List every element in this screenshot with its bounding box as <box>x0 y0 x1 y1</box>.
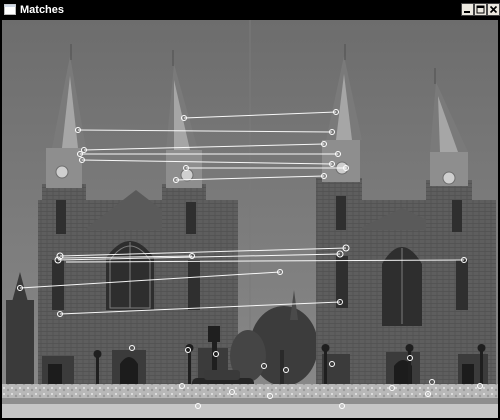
maximize-button[interactable] <box>474 3 487 16</box>
close-button[interactable] <box>487 3 500 16</box>
window-title: Matches <box>20 4 65 16</box>
church-matches-image <box>2 20 498 418</box>
minimize-button[interactable] <box>461 3 474 16</box>
minimize-icon <box>464 11 470 13</box>
window-app-icon[interactable] <box>4 4 16 15</box>
close-icon <box>489 5 498 14</box>
matches-window: Matches <box>0 0 500 420</box>
title-bar[interactable]: Matches <box>0 0 500 20</box>
image-canvas <box>2 20 498 418</box>
maximize-icon <box>476 5 485 14</box>
